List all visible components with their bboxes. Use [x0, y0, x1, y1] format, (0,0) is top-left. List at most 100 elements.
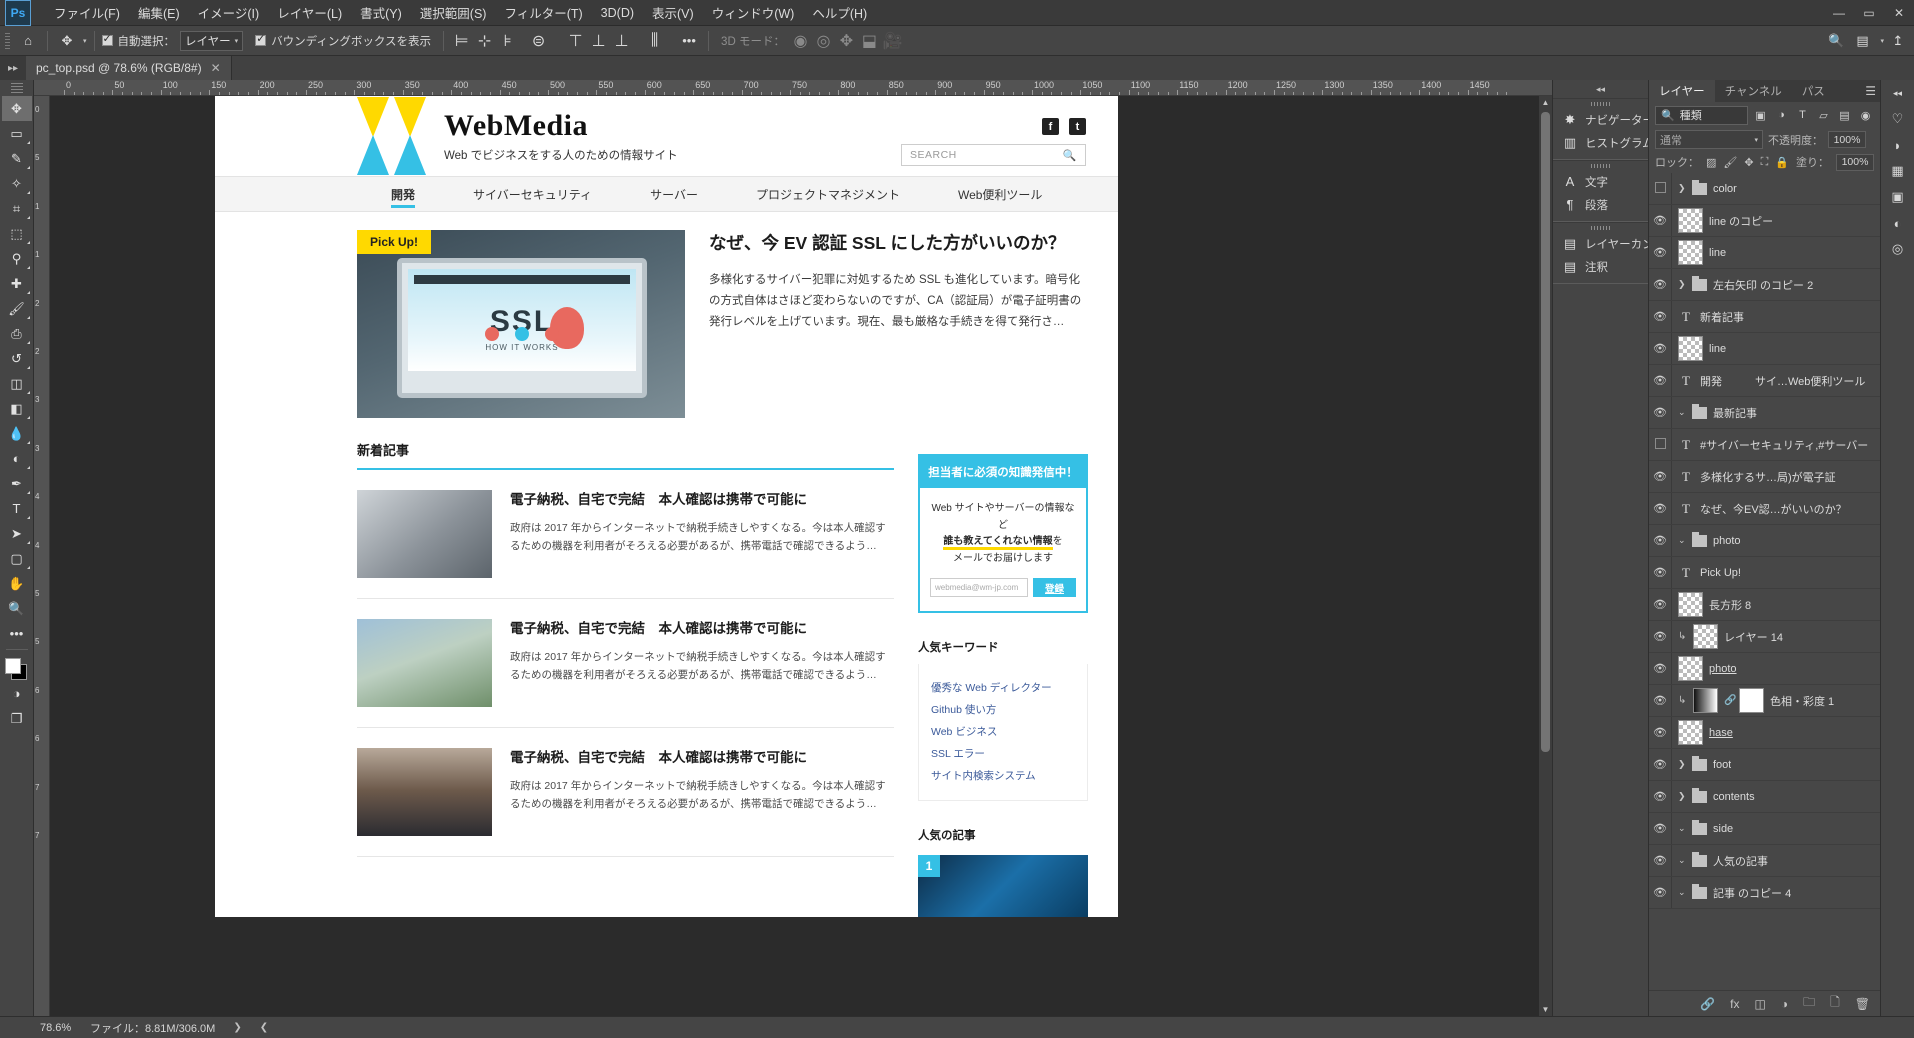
show-transform-controls-checkbox[interactable] — [255, 33, 267, 46]
layer-visibility-eye-icon[interactable]: 👁 — [1649, 886, 1671, 899]
adjustment-layer-thumbnail[interactable] — [1693, 688, 1718, 713]
layer-row[interactable]: 👁 T 多様化するサ…局)が電子証 — [1649, 461, 1880, 493]
threed-orbit-icon[interactable]: ◉ — [790, 30, 811, 51]
chevron-down-icon[interactable]: ⌄ — [1678, 887, 1686, 898]
home-icon[interactable]: ⌂ — [16, 29, 40, 53]
status-expand-icon[interactable]: ❯ — [215, 1022, 241, 1033]
panel-navigator[interactable]: ✸ ナビゲーター — [1553, 108, 1654, 131]
twitter-icon[interactable]: t — [1069, 118, 1086, 135]
horizontal-ruler[interactable]: 0 50 100 150 200 250 300 350 400 450 500 550 600 650 7… — [34, 80, 1552, 96]
layer-row[interactable]: 👁 line — [1649, 237, 1880, 269]
zoom-level[interactable]: 78.6% — [0, 1022, 72, 1034]
status-collapse-icon[interactable]: ❮ — [242, 1022, 268, 1033]
tool-healing-brush[interactable]: ✚ — [2, 271, 32, 296]
layer-visibility-eye-icon[interactable]: 👁 — [1649, 758, 1671, 771]
layer-row[interactable]: 👁 ⌄ photo — [1649, 525, 1880, 557]
newsletter-email-input[interactable]: webmedia@wm-jp.com — [930, 578, 1028, 597]
menu-help[interactable]: ヘルプ(H) — [803, 0, 876, 26]
layer-visibility-off-icon[interactable] — [1649, 181, 1671, 196]
layer-thumbnail[interactable] — [1678, 240, 1703, 265]
menu-layer[interactable]: レイヤー(L) — [268, 0, 351, 26]
panel-character[interactable]: A 文字 — [1553, 170, 1648, 193]
more-options-icon[interactable]: ••• — [677, 29, 701, 53]
article-row[interactable]: 電子納税、自宅で完結 本人確認は携帯で可能に 政府は 2017 年からインターネ… — [357, 728, 894, 857]
lock-image-pixels-icon[interactable]: 🖌 — [1723, 156, 1737, 169]
menu-type[interactable]: 書式(Y) — [351, 0, 411, 26]
align-vertical-middles-icon[interactable]: ⊥ — [588, 30, 609, 51]
chevron-right-icon[interactable]: ❯ — [1678, 183, 1686, 194]
layer-name[interactable]: 長方形 8 — [1709, 597, 1751, 613]
menu-window[interactable]: ウィンドウ(W) — [703, 0, 804, 26]
layer-row[interactable]: 👁 長方形 8 — [1649, 589, 1880, 621]
tool-preset-chevron-down-icon[interactable]: ▾ — [83, 37, 87, 45]
panel-group-grip[interactable] — [1553, 99, 1648, 108]
tab-layers[interactable]: レイヤー — [1649, 80, 1715, 102]
tool-lasso[interactable]: ✎ — [2, 146, 32, 171]
layer-row[interactable]: 👁 line — [1649, 333, 1880, 365]
canvas-scroll-region[interactable]: WebMedia Web でビジネスをする人のための情報サイト f t SEAR… — [50, 96, 1539, 1016]
menu-image[interactable]: イメージ(I) — [189, 0, 269, 26]
maximize-button[interactable]: ▭ — [1854, 0, 1884, 26]
layer-thumbnail[interactable] — [1678, 208, 1703, 233]
layer-row[interactable]: 👁 T 開発 サイ…Web便利ツール — [1649, 365, 1880, 397]
tool-marquee[interactable]: ▭ — [2, 121, 32, 146]
layer-visibility-eye-icon[interactable]: 👁 — [1649, 342, 1671, 355]
layer-thumbnail[interactable] — [1678, 336, 1703, 361]
layer-name[interactable]: 開発 サイ…Web便利ツール — [1700, 373, 1865, 389]
filter-type-icon[interactable]: T — [1794, 106, 1811, 125]
layer-visibility-off-icon[interactable] — [1649, 437, 1671, 452]
layer-name[interactable]: #サイバーセキュリティ,#サーバー — [1700, 437, 1868, 453]
layer-mask-thumbnail[interactable] — [1739, 688, 1764, 713]
filter-kind-dropdown[interactable]: 🔍 種類 — [1655, 105, 1748, 125]
align-right-edges-icon[interactable]: ⊧ — [497, 30, 518, 51]
article-title[interactable]: 電子納税、自宅で完結 本人確認は携帯で可能に — [510, 619, 894, 639]
layer-visibility-eye-icon[interactable]: 👁 — [1649, 694, 1671, 707]
canvas-vertical-scrollbar[interactable]: ▲ ▼ — [1539, 96, 1552, 1016]
threed-roll-icon[interactable]: ◎ — [813, 30, 834, 51]
layer-name[interactable]: photo — [1709, 663, 1737, 675]
layer-visibility-eye-icon[interactable]: 👁 — [1649, 310, 1671, 323]
article-title[interactable]: 電子納税、自宅で完結 本人確認は携帯で可能に — [510, 748, 894, 768]
tool-brush[interactable]: 🖌 — [2, 296, 32, 321]
nav-item-web-tools[interactable]: Web便利ツール — [958, 176, 1042, 212]
color-swatches[interactable] — [4, 657, 30, 681]
tool-history-brush[interactable]: ↺ — [2, 346, 32, 371]
layer-name[interactable]: 多様化するサ…局)が電子証 — [1700, 469, 1836, 485]
align-horizontal-centers-icon[interactable]: ⊹ — [474, 30, 495, 51]
layer-visibility-eye-icon[interactable]: 👁 — [1649, 214, 1671, 227]
search-icon[interactable]: 🔍 — [1063, 149, 1077, 162]
layer-name[interactable]: side — [1713, 823, 1733, 835]
lock-all-icon[interactable]: 🔒 — [1775, 156, 1789, 169]
chevron-right-icon[interactable]: ❯ — [1678, 759, 1686, 770]
layer-row[interactable]: T #サイバーセキュリティ,#サーバー — [1649, 429, 1880, 461]
screen-mode-icon[interactable]: ❐ — [2, 706, 32, 731]
layer-visibility-eye-icon[interactable]: 👁 — [1649, 406, 1671, 419]
chevron-down-icon[interactable]: ⌄ — [1678, 535, 1686, 546]
options-bar-grip[interactable] — [3, 30, 12, 51]
tool-blur[interactable]: 💧 — [2, 421, 32, 446]
properties-icon[interactable]: ▣ — [1881, 184, 1914, 210]
color-icon[interactable]: ◗ — [1881, 132, 1914, 158]
tab-channels[interactable]: チャンネル — [1715, 80, 1792, 102]
newsletter-submit-button[interactable]: 登録 — [1033, 578, 1076, 597]
tool-move[interactable]: ✥ — [1, 96, 32, 121]
expand-panels-icon[interactable]: ▸▸ — [0, 56, 26, 80]
workspace-switcher-icon[interactable]: ▤ — [1850, 29, 1874, 53]
scroll-down-icon[interactable]: ▼ — [1539, 1003, 1552, 1016]
tool-more[interactable]: ••• — [2, 621, 32, 646]
threed-camera-icon[interactable]: 🎥 — [882, 30, 903, 51]
layer-row[interactable]: 👁 T 新着記事 — [1649, 301, 1880, 333]
layer-row[interactable]: 👁 ❯ 左右矢印 のコピー 2 — [1649, 269, 1880, 301]
cc-libraries-icon[interactable]: ◎ — [1881, 236, 1914, 262]
fill-input[interactable]: 100% — [1836, 153, 1874, 171]
keyword-link[interactable]: SSL エラー — [931, 743, 1075, 765]
opacity-input[interactable]: 100% — [1828, 131, 1866, 148]
tool-clone-stamp[interactable]: ⎙ — [2, 321, 32, 346]
toolbox-grip[interactable] — [10, 83, 23, 93]
layer-name[interactable]: hase — [1709, 727, 1733, 739]
filter-pixel-icon[interactable]: ▣ — [1752, 106, 1769, 125]
tool-pen[interactable]: ✒ — [2, 471, 32, 496]
layer-visibility-eye-icon[interactable]: 👁 — [1649, 374, 1671, 387]
threed-slide-icon[interactable]: ⬓ — [859, 30, 880, 51]
adjustment-layer-icon[interactable]: ◑ — [1781, 997, 1788, 1011]
